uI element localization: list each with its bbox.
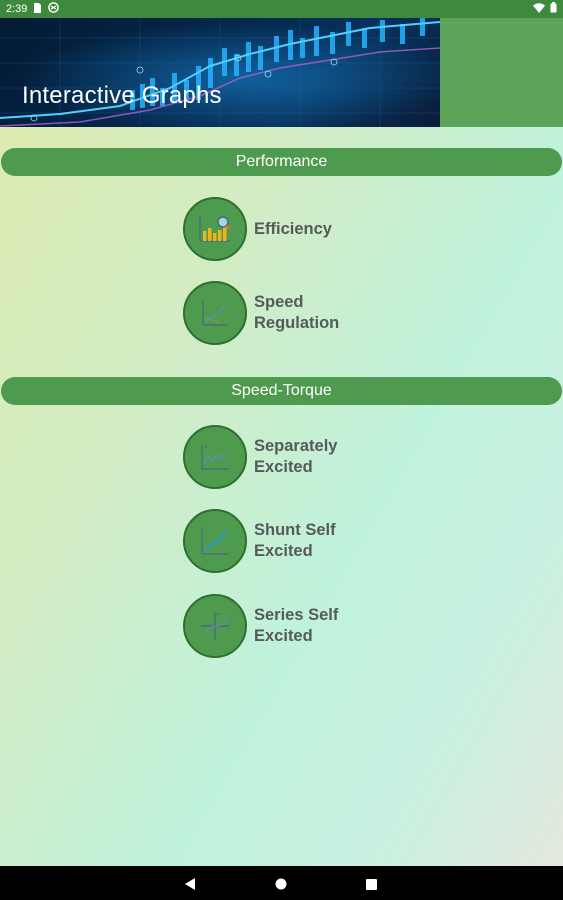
zigzag-graph-icon[interactable] <box>183 425 247 489</box>
graph-item-separately-excited[interactable]: Separately Excited <box>183 425 374 489</box>
graph-item-label: Shunt Self Excited <box>254 521 336 560</box>
home-icon[interactable] <box>275 877 287 895</box>
status-bar: 2:39 <box>0 0 563 18</box>
status-time: 2:39 <box>6 3 28 15</box>
graph-item-efficiency[interactable]: Efficiency <box>183 197 374 261</box>
stock-chart-banner: Interactive Graphs <box>0 18 440 127</box>
app-title: Interactive Graphs <box>22 82 222 109</box>
graph-item-label: Speed Regulation <box>254 293 340 332</box>
wifi-icon <box>533 2 545 16</box>
sim-card-icon <box>33 2 42 16</box>
bar-chart-magnifier-icon[interactable] <box>183 197 247 261</box>
graph-item-shunt-self-excited[interactable]: Shunt Self Excited <box>183 509 374 573</box>
recents-icon[interactable] <box>366 877 377 895</box>
graph-item-label: Efficiency <box>254 219 332 238</box>
line-graph-icon[interactable] <box>183 281 247 345</box>
system-nav-bar <box>0 866 563 900</box>
section-header-speed-torque: Speed-Torque <box>1 377 562 405</box>
graph-item-series-self-excited[interactable]: Series Self Excited <box>183 594 374 658</box>
accessibility-icon <box>48 2 60 16</box>
graph-item-label: Separately Excited <box>254 437 338 476</box>
section-header-performance: Performance <box>1 148 562 176</box>
quadrant-axes-icon[interactable] <box>183 594 247 658</box>
graph-item-speed-regulation[interactable]: Speed Regulation <box>183 281 374 345</box>
back-icon[interactable] <box>185 877 196 895</box>
rising-graph-icon[interactable] <box>183 509 247 573</box>
main-content: Performance Efficiency Speed Regulation … <box>0 127 563 866</box>
graph-item-label: Series Self Excited <box>254 606 339 645</box>
app-header: Interactive Graphs <box>0 18 563 127</box>
battery-icon <box>550 2 557 16</box>
